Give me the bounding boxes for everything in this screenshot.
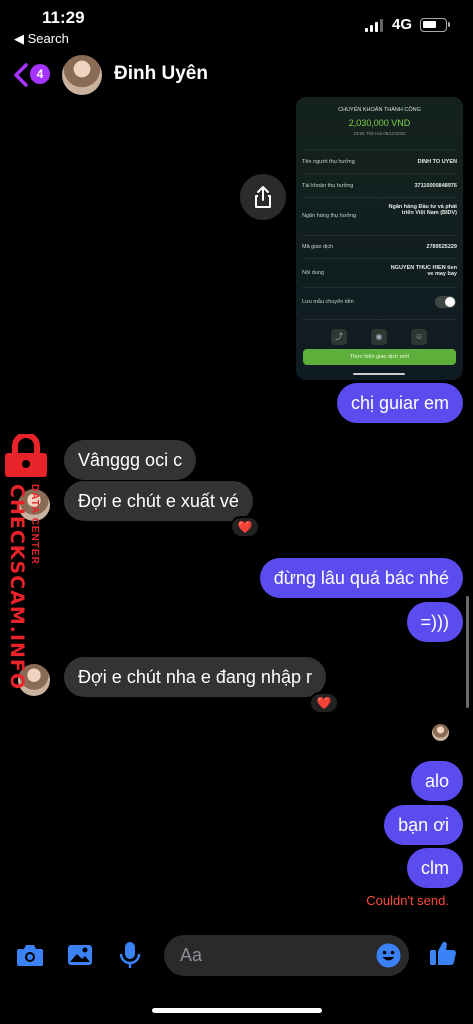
receipt-row-value: 2789525229 [426, 244, 457, 250]
receipt-row-label: Mã giao dịch [302, 244, 334, 250]
image-icon [68, 945, 92, 965]
scrollbar[interactable] [466, 596, 469, 708]
transfer-receipt-image[interactable]: CHUYỂN KHOẢN THÀNH CÔNG 2,030,000 VND 10… [296, 97, 463, 380]
send-error-text[interactable]: Couldn't send. [366, 893, 449, 908]
save-template-toggle [435, 296, 456, 308]
receipt-row-value: DINH TO UYEN [417, 159, 457, 165]
save-template-label: Lưu mẫu chuyển tiền [302, 299, 354, 305]
status-time: 11:29 [42, 8, 85, 27]
receipt-row-value: 37110000848976 [414, 183, 457, 189]
like-button[interactable] [428, 938, 458, 968]
back-to-search-link[interactable]: ◀ Search [14, 31, 69, 47]
outgoing-message[interactable]: =))) [406, 602, 463, 642]
message-input[interactable] [180, 935, 360, 976]
receipt-camera-icon: ◉ [371, 329, 387, 345]
contact-avatar[interactable] [62, 55, 102, 95]
voice-message-button[interactable] [115, 940, 145, 970]
thumbs-up-icon [430, 941, 456, 965]
receipt-row-label: Nội dung [302, 270, 325, 276]
share-icon [255, 186, 271, 208]
receipt-row-value: Ngân hàng Đầu tư và phát triển Việt Nam … [388, 204, 457, 216]
camera-icon [17, 945, 43, 966]
outgoing-message[interactable]: clm [407, 848, 463, 888]
home-indicator[interactable] [152, 1008, 322, 1013]
contact-name[interactable]: Đinh Uyên [114, 63, 208, 85]
outgoing-message[interactable]: chị guiar em [336, 383, 463, 423]
new-transaction-button: Thực hiện giao dịch mới [303, 349, 456, 365]
receipt-row-label: Ngân hàng thụ hưởng [302, 213, 357, 219]
battery-icon [420, 18, 450, 32]
incoming-message[interactable]: Đợi e chút e xuất vé [64, 481, 253, 521]
seen-receipt-avatar [432, 724, 449, 741]
heart-reaction[interactable]: ❤️ [309, 692, 339, 714]
emoji-icon[interactable] [376, 943, 401, 968]
receipt-row-label: Tài khoản thụ hưởng [302, 183, 354, 189]
message-input-wrapper[interactable] [164, 935, 409, 976]
receipt-datetime: 10:55 Thứ Hai 05/12/2022 [353, 131, 406, 136]
receipt-share-icon: ⤴ [331, 329, 347, 345]
cellular-signal-icon [365, 18, 385, 32]
watermark-text: CHECKSCAM.INFO [6, 484, 28, 691]
receipt-row-label: Tên người thụ hưởng [302, 159, 355, 165]
receipt-home-indicator [353, 373, 405, 375]
watermark-subtext: DATA CENTER [29, 484, 40, 565]
receipt-amount: 2,030,000 VND [348, 118, 411, 128]
outgoing-message[interactable]: đừng lâu quá bác nhé [259, 558, 463, 598]
outgoing-message[interactable]: bạn ơi [384, 805, 463, 845]
back-chevron-icon[interactable] [12, 62, 30, 88]
share-button[interactable] [240, 174, 286, 220]
unread-count-badge[interactable]: 4 [30, 64, 50, 84]
incoming-message[interactable]: Đợi e chút nha e đang nhập r [64, 657, 326, 697]
gallery-button[interactable] [65, 940, 95, 970]
lock-icon [5, 434, 47, 477]
outgoing-message[interactable]: alo [410, 761, 463, 801]
camera-button[interactable] [15, 940, 45, 970]
receipt-user-icon: ☺ [411, 329, 427, 345]
heart-reaction[interactable]: ❤️ [230, 516, 260, 538]
microphone-icon [119, 942, 141, 968]
network-type: 4G [392, 16, 413, 33]
receipt-row-value: NGUYEN THUC HIEN tien ve may bay [390, 265, 457, 277]
incoming-message[interactable]: Vânggg oci c [64, 440, 197, 480]
receipt-title: CHUYỂN KHOẢN THÀNH CÔNG [338, 107, 421, 113]
